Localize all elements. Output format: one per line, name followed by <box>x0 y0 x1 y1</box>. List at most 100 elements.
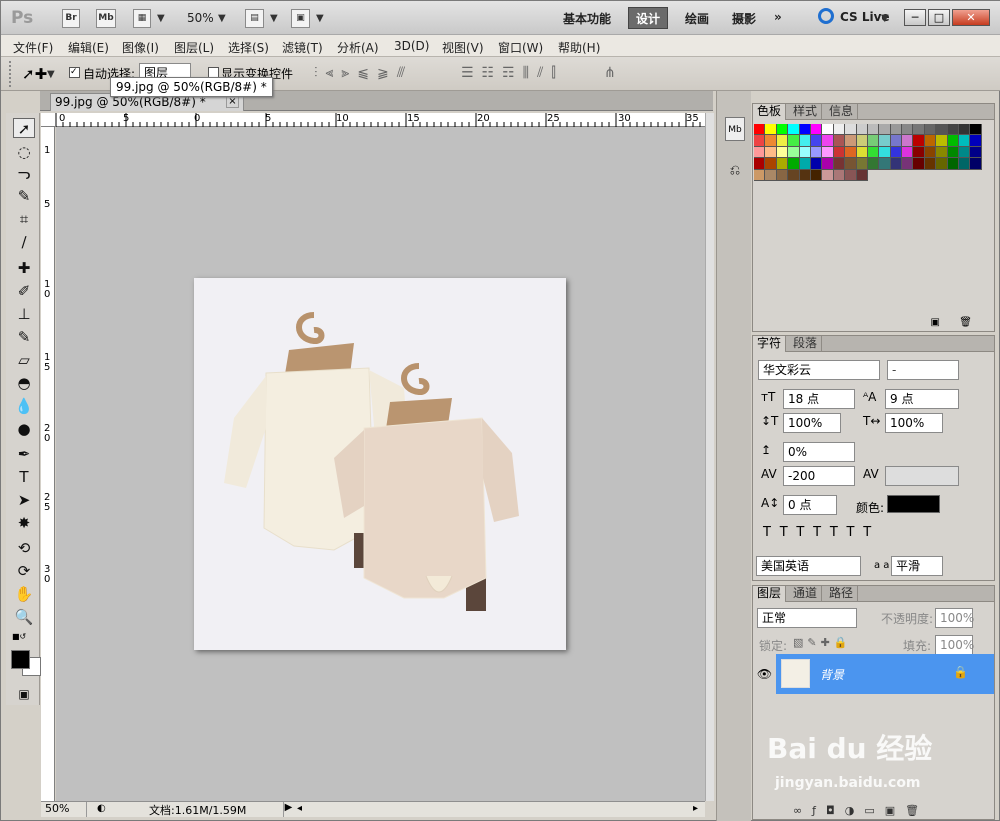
document-image[interactable] <box>194 278 566 650</box>
swatch[interactable] <box>947 158 960 170</box>
opacity-field[interactable]: 100% <box>935 608 974 628</box>
menu-layer[interactable]: 图层(L) <box>174 39 214 56</box>
pen-tool-icon[interactable]: ✒ <box>13 444 35 464</box>
blend-mode-select[interactable]: 正常 <box>757 608 857 628</box>
shape-tool-icon[interactable]: ✸ <box>13 513 35 533</box>
swatch[interactable] <box>913 135 925 147</box>
swatch[interactable] <box>856 158 868 170</box>
history-icon[interactable]: ⎌ <box>725 159 745 183</box>
history-brush-tool-icon[interactable]: ✎ <box>13 327 35 347</box>
swatch[interactable] <box>754 169 766 181</box>
visibility-eye-icon[interactable]: 👁 <box>753 654 776 694</box>
swatch[interactable] <box>879 158 891 170</box>
status-icon[interactable]: ◐ <box>97 803 106 814</box>
foreground-color-swatch[interactable] <box>11 650 30 669</box>
swatch[interactable] <box>936 158 948 170</box>
swatch[interactable] <box>970 158 982 170</box>
font-size-field[interactable]: 18 点 <box>783 389 855 409</box>
swatch[interactable] <box>924 124 937 136</box>
swatch[interactable] <box>776 158 789 170</box>
more-workspaces-icon[interactable]: » <box>774 10 782 24</box>
blur-tool-icon[interactable]: 💧 <box>13 396 35 416</box>
swatch[interactable] <box>845 124 857 136</box>
baseline-shift-field[interactable]: 0% <box>783 442 855 462</box>
swatch[interactable] <box>936 146 948 159</box>
dodge-tool-icon[interactable]: ● <box>13 419 35 439</box>
menu-view[interactable]: 视图(V) <box>442 39 484 56</box>
swatch[interactable] <box>856 146 868 159</box>
swatch[interactable] <box>902 124 914 136</box>
swatch[interactable] <box>810 146 823 159</box>
tab-styles[interactable]: 样式 <box>789 104 823 120</box>
swatch[interactable] <box>810 169 823 181</box>
chevron-down-icon[interactable]: ▼ <box>270 13 278 24</box>
swatch[interactable] <box>970 124 982 136</box>
swatch[interactable] <box>890 135 903 147</box>
swatch[interactable] <box>822 158 834 170</box>
swatch[interactable] <box>947 135 960 147</box>
swatch[interactable] <box>765 135 777 147</box>
swatch[interactable] <box>890 158 903 170</box>
vertical-scale-field[interactable]: 100% <box>783 413 841 433</box>
swatch[interactable] <box>845 135 857 147</box>
swatch[interactable] <box>765 124 777 136</box>
scroll-left-arrow[interactable]: ◂ <box>297 803 302 814</box>
swatch[interactable] <box>788 135 800 147</box>
close-button[interactable]: ✕ <box>952 9 990 26</box>
workspace-photography[interactable]: 摄影 <box>732 10 756 27</box>
maximize-button[interactable]: □ <box>928 9 950 26</box>
menu-3d[interactable]: 3D(D) <box>394 39 429 53</box>
swatch[interactable] <box>822 146 834 159</box>
layer-row-background[interactable]: 👁 背景 🔒 <box>753 654 994 694</box>
new-swatch-icon[interactable]: ▣ <box>931 317 940 328</box>
healing-brush-tool-icon[interactable]: ✚ <box>13 258 35 278</box>
swatch[interactable] <box>810 135 823 147</box>
swatch[interactable] <box>788 158 800 170</box>
lock-icons[interactable]: ▧✎✚🔒 <box>793 636 852 649</box>
swatch[interactable] <box>822 169 834 181</box>
brush-tool-icon[interactable]: ✐ <box>13 281 35 301</box>
font-style-select[interactable]: - <box>887 360 959 380</box>
chevron-down-icon[interactable]: ▼ <box>157 13 165 24</box>
distribute-icons[interactable]: ☰☷☶⫼⫽⫿ <box>461 65 564 81</box>
swatch[interactable] <box>754 146 766 159</box>
swatch[interactable] <box>799 146 811 159</box>
swatch[interactable] <box>754 124 766 136</box>
paint-bucket-tool-icon[interactable]: ◓ <box>13 373 35 393</box>
language-select[interactable]: 美国英语 <box>756 556 861 576</box>
move-tool-icon[interactable]: ➚✚ <box>22 65 47 83</box>
swatch[interactable] <box>822 135 834 147</box>
quick-mask-icon[interactable]: ▣ <box>13 684 35 704</box>
swatch[interactable] <box>765 158 777 170</box>
swatch-grid[interactable] <box>754 124 982 181</box>
font-family-select[interactable]: 华文彩云 <box>758 360 880 380</box>
swatch[interactable] <box>754 135 766 147</box>
swatch[interactable] <box>833 124 846 136</box>
swatch[interactable] <box>754 158 766 170</box>
default-colors-icon[interactable]: ■↺ <box>12 632 26 641</box>
swatch[interactable] <box>970 135 982 147</box>
eraser-tool-icon[interactable]: ▱ <box>13 350 35 370</box>
swatch[interactable] <box>856 169 868 181</box>
text-color-swatch[interactable] <box>887 495 940 513</box>
tracking-field[interactable]: -200 <box>783 466 855 486</box>
swatch[interactable] <box>867 146 880 159</box>
swatch[interactable] <box>959 135 971 147</box>
workspace-painting[interactable]: 绘画 <box>685 10 709 27</box>
menu-help[interactable]: 帮助(H) <box>558 39 600 56</box>
tab-channels[interactable]: 通道 <box>789 586 823 602</box>
menu-window[interactable]: 窗口(W) <box>498 39 543 56</box>
3d-rotate-tool-icon[interactable]: ⟲ <box>13 538 35 558</box>
swatch[interactable] <box>845 158 857 170</box>
swatch[interactable] <box>959 124 971 136</box>
tab-paragraph[interactable]: 段落 <box>789 336 823 352</box>
swatch[interactable] <box>833 135 846 147</box>
swatch[interactable] <box>924 158 937 170</box>
auto-select-checkbox[interactable]: ✓ <box>69 67 80 78</box>
swatch[interactable] <box>776 124 789 136</box>
status-zoom[interactable]: 50% <box>41 802 87 817</box>
swatch[interactable] <box>879 124 891 136</box>
swatch[interactable] <box>765 169 777 181</box>
swatch[interactable] <box>959 146 971 159</box>
swatch[interactable] <box>845 146 857 159</box>
